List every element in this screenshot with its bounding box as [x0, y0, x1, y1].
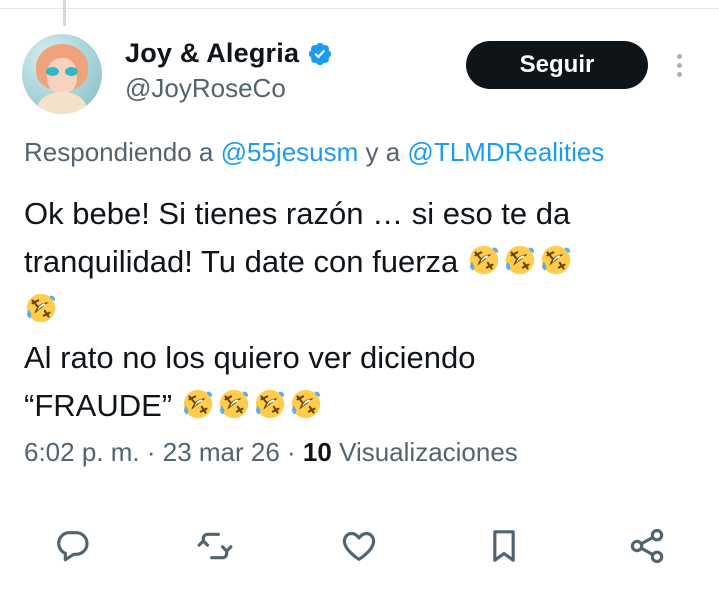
- share-button[interactable]: [627, 526, 667, 566]
- rofl-emoji-icon: [467, 243, 501, 277]
- reply-context: Respondiendo a @55jesusm y a @TLMDRealit…: [24, 137, 604, 168]
- tweet-line: Al rato no los quiero ver diciendo: [24, 340, 476, 375]
- tweet-meta: 6:02 p. m. · 23 mar 26 · 10 Visualizacio…: [24, 437, 518, 467]
- thread-line: [63, 0, 66, 26]
- verified-badge-icon: [309, 42, 332, 65]
- bookmark-icon: [493, 530, 515, 562]
- more-options-icon[interactable]: [668, 50, 690, 80]
- like-button[interactable]: [339, 526, 379, 566]
- reply-prefix: Respondiendo a: [24, 137, 221, 167]
- mention-tlmdrealities-link[interactable]: @TLMDRealities: [407, 137, 604, 167]
- repost-button[interactable]: [195, 526, 235, 566]
- top-divider: [0, 8, 719, 9]
- reply-icon: [57, 531, 89, 562]
- tweet-time[interactable]: 6:02 p. m.: [24, 437, 140, 467]
- tweet-line: [24, 286, 704, 334]
- tweet-line: Ok bebe! Si tienes razón … si eso te da: [24, 196, 571, 231]
- avatar[interactable]: [22, 34, 102, 114]
- rofl-emoji-icon: [181, 387, 215, 421]
- rofl-emoji-icon: [289, 387, 323, 421]
- share-icon: [630, 528, 664, 564]
- bookmark-button[interactable]: [484, 526, 524, 566]
- rofl-emoji-icon: [539, 243, 573, 277]
- views-count: 10: [302, 437, 332, 467]
- author-name-row[interactable]: Joy & Alegria: [125, 38, 333, 69]
- author-display-name[interactable]: Joy & Alegria: [125, 38, 299, 69]
- rofl-emoji-icon: [503, 243, 537, 277]
- author-handle[interactable]: @JoyRoseCo: [125, 73, 286, 104]
- rofl-emoji-icon: [24, 291, 58, 325]
- tweet-text: Ok bebe! Si tienes razón … si eso te da …: [24, 190, 704, 430]
- reply-button[interactable]: [52, 526, 92, 566]
- reply-joiner: y a: [358, 137, 408, 167]
- rofl-emoji-icon: [217, 387, 251, 421]
- rofl-emoji-icon: [253, 387, 287, 421]
- repost-icon: [197, 532, 233, 560]
- tweet-date[interactable]: 23 mar 26: [163, 437, 280, 467]
- follow-button[interactable]: Seguir: [466, 41, 648, 89]
- like-icon: [342, 531, 376, 561]
- tweet-line: tranquilidad! Tu date con fuerza: [24, 238, 704, 286]
- tweet-line: “FRAUDE”: [24, 382, 704, 430]
- mention-55jesusm-link[interactable]: @55jesusm: [221, 137, 359, 167]
- views-label: Visualizaciones: [331, 437, 518, 467]
